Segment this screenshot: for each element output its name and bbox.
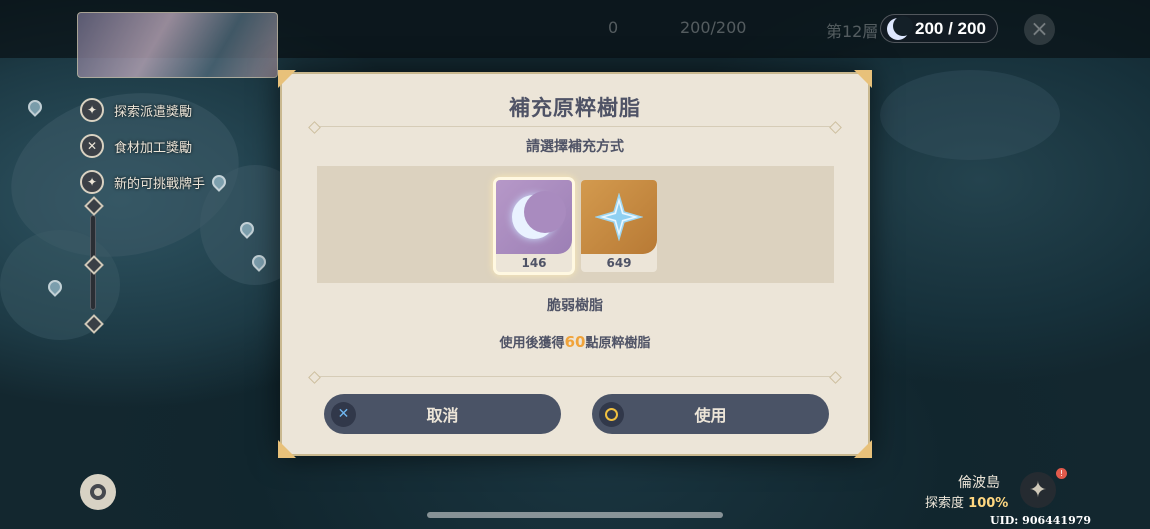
exploration-value: 100% — [968, 496, 1009, 511]
menu-item-label: 新的可挑戰牌手 — [114, 176, 206, 192]
circle-icon — [599, 401, 624, 427]
settings-button[interactable] — [80, 474, 116, 510]
desc-prefix: 使用後獲得 — [499, 336, 565, 351]
item-art — [581, 180, 657, 254]
map-pin-icon[interactable] — [25, 97, 45, 117]
uid-label: UID: 906441979 — [990, 514, 1092, 527]
item-art — [496, 180, 572, 254]
crescent-moon-icon — [512, 191, 566, 239]
option-panel: 146 649 — [317, 166, 834, 283]
use-button[interactable]: 使用 — [592, 394, 829, 434]
menu-item-expedition[interactable]: ✦ 探索派遣獎勵 — [80, 92, 280, 128]
option-fragile-resin[interactable]: 146 — [496, 180, 572, 272]
item-count: 649 — [606, 256, 632, 270]
menu-item-label: 探索派遣獎勵 — [114, 104, 193, 120]
corner-ornament — [278, 440, 296, 458]
circle-icon-ring — [605, 407, 618, 421]
resin-display[interactable]: 200 / 200 — [880, 14, 998, 43]
gear-icon — [90, 484, 106, 500]
compass-star-icon: ✦ — [1028, 477, 1048, 503]
close-icon[interactable]: × — [1024, 14, 1055, 45]
dialog-title: 補充原粹樹脂 — [509, 96, 641, 120]
floor-label: 第12層 — [826, 22, 879, 41]
map-landmass — [880, 70, 1060, 160]
cancel-button[interactable]: ✕ 取消 — [324, 394, 561, 434]
exploration-progress: 探索度 100% — [925, 492, 1008, 511]
selected-item-name: 脆弱樹脂 — [547, 298, 603, 314]
use-label: 使用 — [694, 406, 727, 425]
cooking-icon: ✕ — [80, 134, 104, 158]
compass-button[interactable]: ✦ — [1020, 472, 1056, 508]
divider — [310, 126, 840, 127]
resin-value: 200 / 200 — [915, 18, 986, 38]
primogem-star-icon — [595, 193, 643, 241]
corner-ornament — [854, 70, 872, 88]
menu-item-card-challenger[interactable]: ✦ 新的可挑戰牌手 — [80, 164, 280, 200]
dialog-subtitle: 請選擇補充方式 — [526, 139, 624, 155]
menu-item-label: 食材加工獎勵 — [114, 140, 193, 156]
event-thumbnail[interactable] — [77, 12, 278, 78]
option-primogem[interactable]: 649 — [581, 180, 657, 272]
compass-icon: ✦ — [80, 98, 104, 122]
effect-description: 使用後獲得60點原粹樹脂 — [282, 332, 868, 351]
corner-ornament — [278, 70, 296, 88]
region-name: 倫波島 — [958, 475, 1000, 491]
left-notification-menu: ✦ 探索派遣獎勵 ✕ 食材加工獎勵 ✦ 新的可挑戰牌手 — [80, 92, 280, 200]
menu-item-cooking[interactable]: ✕ 食材加工獎勵 — [80, 128, 280, 164]
cross-icon: ✕ — [331, 401, 356, 427]
replenish-resin-dialog: 補充原粹樹脂 請選擇補充方式 146 649 脆弱樹脂 使用後獲得60點原粹樹脂… — [278, 70, 872, 458]
resin-count-dim: 200/200 — [680, 18, 747, 37]
desc-suffix: 點原粹樹脂 — [585, 336, 651, 351]
exploration-label: 探索度 — [925, 496, 965, 511]
corner-ornament — [854, 440, 872, 458]
desc-amount: 60 — [564, 333, 586, 351]
moon-icon — [887, 15, 913, 40]
card-icon: ✦ — [80, 170, 104, 194]
alert-icon: ! — [1056, 468, 1067, 479]
primogem-count: 0 — [608, 18, 619, 37]
item-count: 146 — [521, 256, 547, 270]
cancel-label: 取消 — [426, 406, 459, 425]
home-indicator[interactable] — [427, 512, 723, 518]
divider — [310, 376, 840, 377]
